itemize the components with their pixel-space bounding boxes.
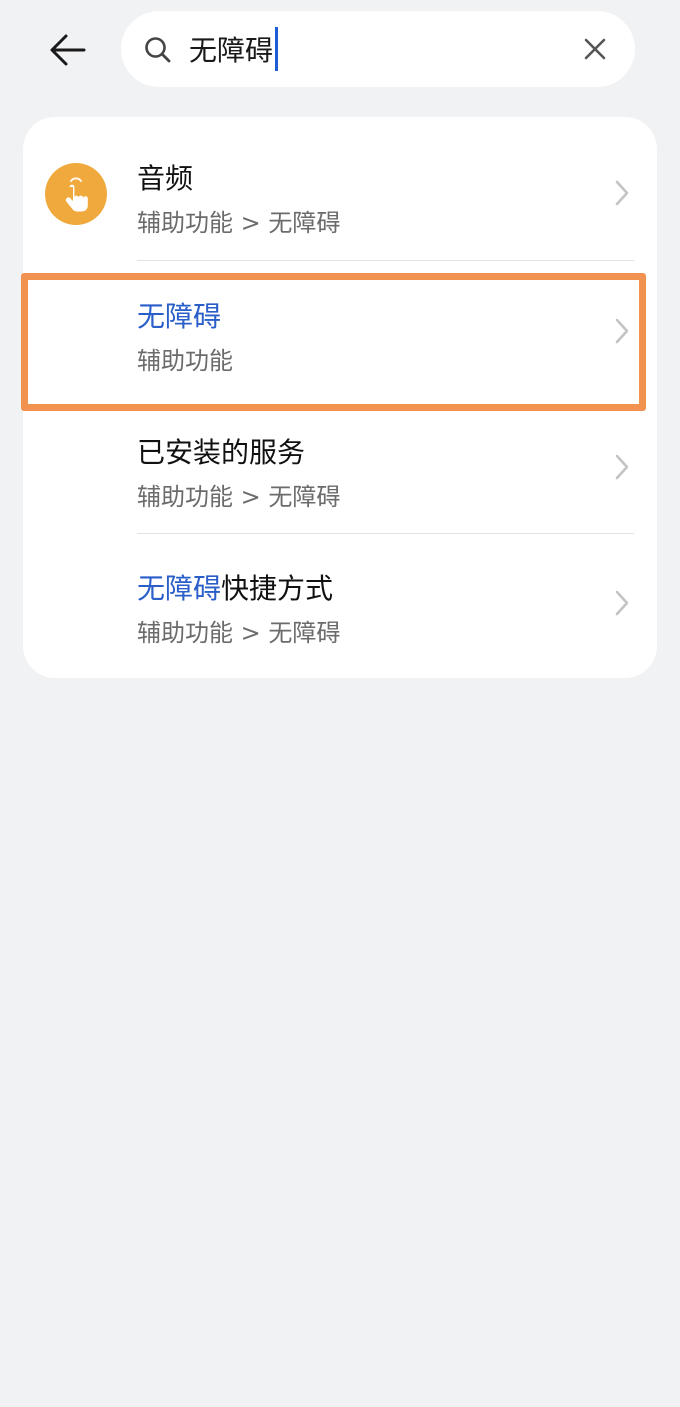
result-item-accessibility-shortcut[interactable]: 无障碍快捷方式 辅助功能 > 无障碍 (23, 529, 657, 665)
result-title: 已安装的服务 (137, 436, 306, 469)
result-title: 无障碍 (137, 300, 222, 333)
result-subtitle: 辅助功能 > 无障碍 (137, 209, 341, 237)
top-bar: 无障碍 (0, 0, 680, 100)
result-item-accessibility[interactable]: 无障碍 辅助功能 (23, 257, 657, 393)
back-button[interactable] (40, 22, 96, 78)
search-box[interactable]: 无障碍 (121, 11, 635, 87)
close-icon[interactable] (579, 33, 611, 65)
accessibility-touch-icon (45, 163, 107, 225)
result-item-installed-services[interactable]: 已安装的服务 辅助功能 > 无障碍 (23, 393, 657, 529)
chevron-right-icon (615, 180, 629, 206)
result-item-audio[interactable]: 音频 辅助功能 > 无障碍 (23, 119, 657, 255)
result-subtitle: 辅助功能 > 无障碍 (137, 483, 341, 511)
text-caret (275, 27, 279, 71)
search-icon (145, 37, 171, 63)
search-results-card: 音频 辅助功能 > 无障碍 无障碍 辅助功能 已安装的服务 辅助功能 > 无障碍… (23, 117, 657, 678)
result-title: 音频 (137, 162, 194, 195)
chevron-right-icon (615, 454, 629, 480)
back-arrow-icon (50, 34, 86, 66)
search-input[interactable]: 无障碍 (189, 11, 279, 87)
chevron-right-icon (615, 318, 629, 344)
result-title: 无障碍快捷方式 (137, 572, 334, 605)
result-subtitle: 辅助功能 (137, 347, 233, 375)
search-input-value: 无障碍 (189, 34, 274, 67)
chevron-right-icon (615, 590, 629, 616)
result-subtitle: 辅助功能 > 无障碍 (137, 619, 341, 647)
